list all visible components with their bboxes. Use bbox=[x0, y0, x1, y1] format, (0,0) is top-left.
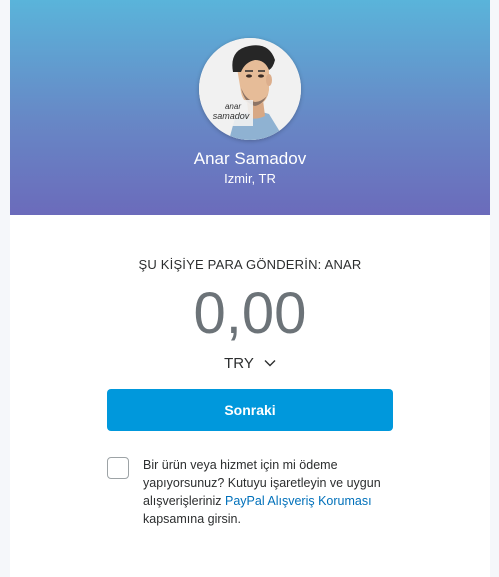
avatar-caption-line1: anar bbox=[225, 102, 241, 111]
send-to-label: ŞU KİŞİYE PARA GÖNDERİN: ANAR bbox=[138, 257, 362, 272]
purchase-protection-text-after: kapsamına girsin. bbox=[143, 512, 241, 526]
paypal-purchase-protection-link[interactable]: PayPal Alışveriş Koruması bbox=[225, 494, 372, 508]
currency-selector[interactable]: TRY bbox=[210, 352, 290, 374]
avatar-illustration: anar samadov bbox=[199, 38, 301, 140]
profile-location: Izmir, TR bbox=[224, 171, 276, 186]
avatar: anar samadov bbox=[199, 38, 301, 140]
purchase-protection-checkbox[interactable] bbox=[107, 457, 129, 479]
currency-code: TRY bbox=[224, 354, 254, 372]
avatar-caption-line2: samadov bbox=[213, 111, 250, 121]
chevron-down-icon bbox=[264, 360, 276, 367]
profile-name: Anar Samadov bbox=[193, 149, 307, 168]
amount-input[interactable]: 0,00 bbox=[10, 280, 490, 348]
next-button[interactable]: Sonraki bbox=[107, 389, 393, 431]
send-money-panel: anar samadov Anar Samadov Izmir, TR ŞU K… bbox=[10, 0, 490, 577]
profile-header: anar samadov Anar Samadov Izmir, TR bbox=[10, 0, 490, 215]
purchase-protection-text: Bir ürün veya hizmet için mi ödeme yapıy… bbox=[143, 456, 405, 528]
